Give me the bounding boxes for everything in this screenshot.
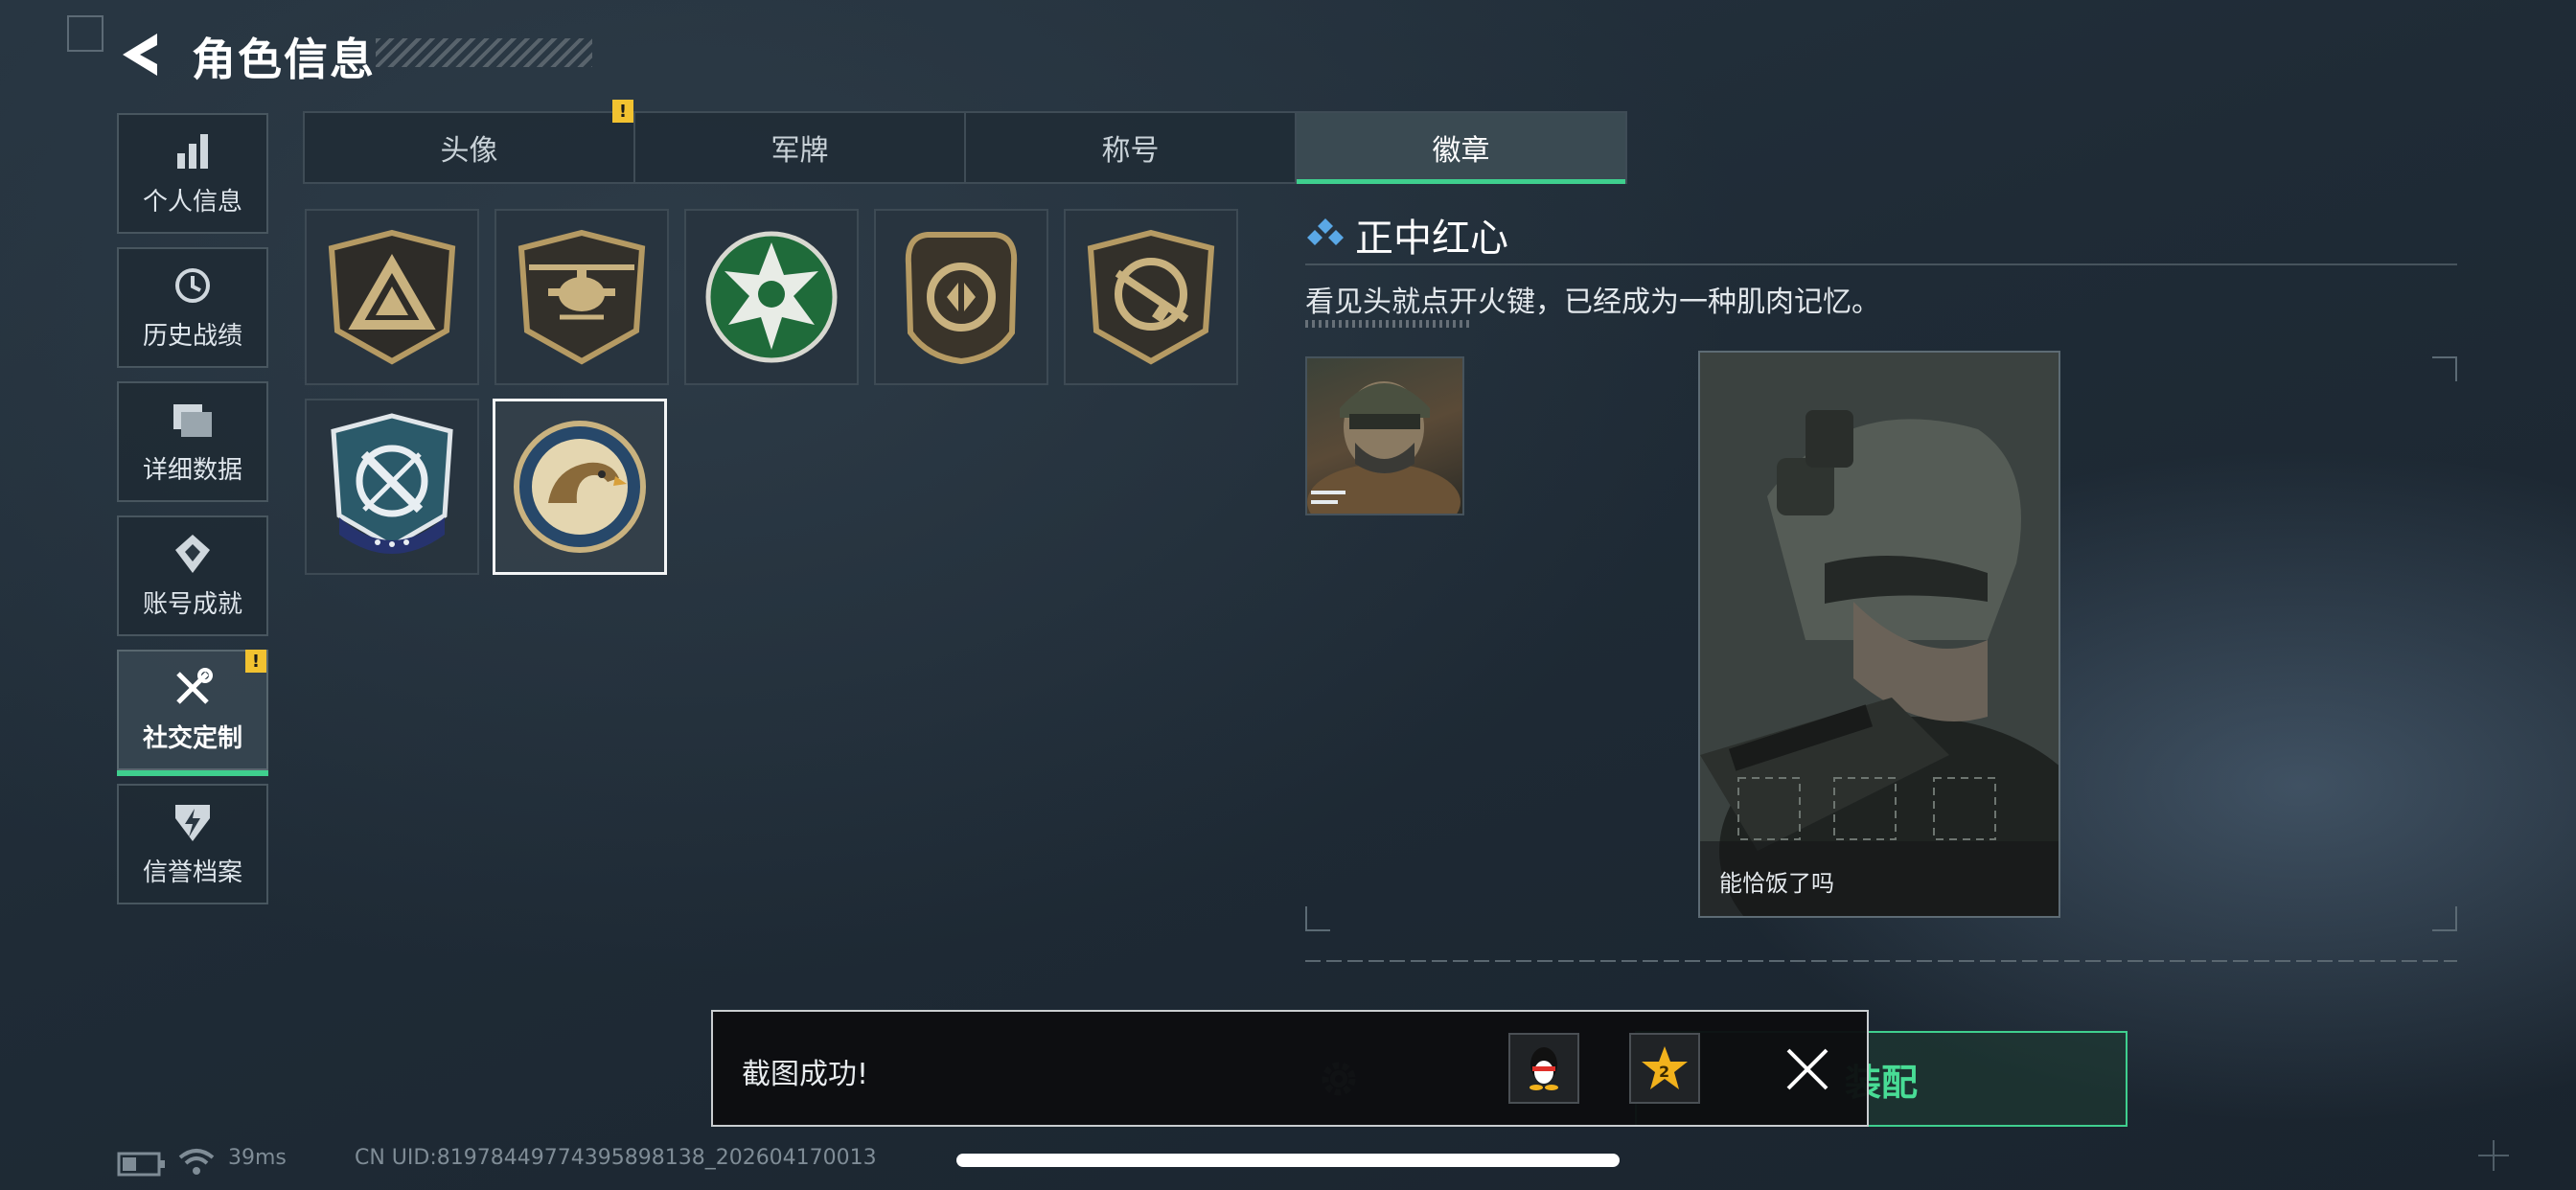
home-indicator[interactable] xyxy=(956,1154,1620,1167)
badge-item[interactable] xyxy=(305,209,479,385)
crosshair-blades-badge-icon xyxy=(331,413,453,554)
history-clock-icon xyxy=(172,264,214,307)
sidebar-item-label: 信誉档案 xyxy=(142,858,242,887)
page-title: 角色信息 xyxy=(192,34,376,85)
description-decoration xyxy=(1305,320,1472,328)
badge-item[interactable] xyxy=(1064,209,1238,385)
alert-badge: ! xyxy=(245,650,266,673)
sidebar-item-label: 社交定制 xyxy=(142,723,242,753)
title-decoration xyxy=(376,38,592,67)
back-button[interactable] xyxy=(117,27,165,82)
svg-text:2: 2 xyxy=(1659,1063,1669,1081)
card-caption: 能恰饭了吗 xyxy=(1719,870,1834,897)
alert-badge: ! xyxy=(612,100,633,123)
rarity-diamond-icon xyxy=(1307,218,1344,245)
back-arrow-icon xyxy=(123,34,157,76)
helicopter-badge-icon xyxy=(518,229,646,365)
toast-message: 截图成功! xyxy=(742,1058,869,1091)
frame-corner xyxy=(2432,906,2457,931)
divider xyxy=(1305,960,2457,962)
rifle-badge-icon xyxy=(1087,229,1215,365)
tab-dog-tag[interactable]: 军牌 xyxy=(635,113,966,182)
battery-icon xyxy=(117,1152,165,1177)
soldier-portrait-image xyxy=(1700,353,2058,916)
tab-avatar[interactable]: 头像 ! xyxy=(305,100,635,182)
badge-name: 正中红心 xyxy=(1355,217,1508,261)
badge-item-selected[interactable] xyxy=(493,399,667,575)
sidebar-item-achievements[interactable]: 账号成就 xyxy=(117,515,268,636)
frame-corner xyxy=(1305,906,1330,931)
arrows-shield-badge-icon xyxy=(905,232,1018,365)
sidebar-item-credit-record[interactable]: 信誉档案 xyxy=(117,784,268,904)
sidebar-item-label: 历史战绩 xyxy=(142,321,242,351)
share-qzone-button[interactable]: 2 xyxy=(1629,1033,1700,1104)
badge-item[interactable] xyxy=(305,399,479,575)
achievement-medal-icon xyxy=(172,533,214,575)
sidebar-item-history[interactable]: 历史战绩 xyxy=(117,247,268,368)
tab-label: 头像 xyxy=(440,134,498,168)
frame-corner xyxy=(2432,356,2457,381)
green-star-badge-icon xyxy=(705,231,838,363)
bar-chart-icon xyxy=(172,130,214,172)
badge-item[interactable] xyxy=(494,209,669,385)
tab-badge[interactable]: 徽章 xyxy=(1297,113,1625,184)
category-tabs: 头像 ! 军牌 称号 徽章 xyxy=(303,100,1627,184)
triangle-emblem-badge-icon xyxy=(328,229,456,365)
tab-label: 徽章 xyxy=(1432,134,1490,168)
qzone-star-icon: 2 xyxy=(1642,1046,1688,1089)
divider xyxy=(1305,263,2457,265)
eagle-badge-icon xyxy=(514,421,646,553)
share-qq-button[interactable] xyxy=(1508,1033,1579,1104)
credit-shield-icon xyxy=(172,801,214,843)
uid-text: CN UID:81978449774395898138_202604170013 xyxy=(355,1146,877,1170)
sidebar-item-label: 个人信息 xyxy=(142,187,242,217)
sidebar-item-label: 账号成就 xyxy=(142,589,242,619)
ping-text: 39ms xyxy=(228,1146,287,1170)
tab-label: 军牌 xyxy=(770,134,829,168)
wifi-icon xyxy=(178,1149,215,1175)
sidebar-item-label: 详细数据 xyxy=(142,455,242,485)
window-corner-box xyxy=(67,15,104,52)
character-card xyxy=(1698,351,2060,918)
sidebar-item-detailed-data[interactable]: 详细数据 xyxy=(117,381,268,502)
sidebar-item-personal-info[interactable]: 个人信息 xyxy=(117,113,268,234)
tab-title[interactable]: 称号 xyxy=(966,113,1297,182)
folder-icon xyxy=(172,399,214,441)
sidebar-item-social-custom[interactable]: 社交定制 ! xyxy=(117,650,268,776)
badge-description: 看见头就点开火键，已经成为一种肌肉记忆。 xyxy=(1305,286,1880,319)
plus-icon xyxy=(2478,1140,2509,1171)
close-icon[interactable] xyxy=(1782,1044,1832,1094)
tools-wrench-icon xyxy=(172,667,214,709)
player-avatar xyxy=(1305,356,1464,515)
tab-label: 称号 xyxy=(1101,134,1160,168)
badge-item[interactable] xyxy=(684,209,859,385)
badge-item[interactable] xyxy=(874,209,1048,385)
qq-penguin-icon xyxy=(1530,1047,1558,1090)
